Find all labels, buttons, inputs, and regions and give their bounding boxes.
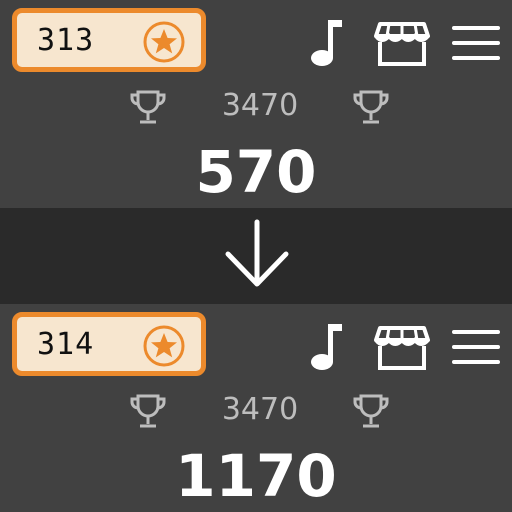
- menu-icon[interactable]: [452, 24, 500, 62]
- star-coin-icon: [143, 325, 185, 367]
- trophy-icon: [353, 90, 389, 124]
- best-score: 3470: [221, 88, 299, 123]
- trophy-icon: [130, 90, 166, 124]
- star-coin-icon: [143, 21, 185, 63]
- shop-icon[interactable]: [374, 20, 430, 68]
- current-score: 570: [195, 138, 317, 206]
- trophy-icon: [353, 394, 389, 428]
- best-score: 3470: [221, 392, 299, 427]
- current-score: 1170: [175, 442, 337, 510]
- shop-icon[interactable]: [374, 324, 430, 372]
- music-note-icon[interactable]: [306, 16, 344, 68]
- music-note-icon[interactable]: [306, 320, 344, 372]
- coin-counter-badge[interactable]: 314: [12, 312, 206, 376]
- coin-count: 313: [37, 23, 95, 58]
- coin-counter-badge[interactable]: 313: [12, 8, 206, 72]
- game-header-before: 313 3470 570: [0, 0, 512, 208]
- game-header-after: 314 3470 1170: [0, 304, 512, 512]
- trophy-icon: [130, 394, 166, 428]
- down-arrow-icon: [225, 219, 289, 287]
- menu-icon[interactable]: [452, 328, 500, 366]
- coin-count: 314: [37, 327, 95, 362]
